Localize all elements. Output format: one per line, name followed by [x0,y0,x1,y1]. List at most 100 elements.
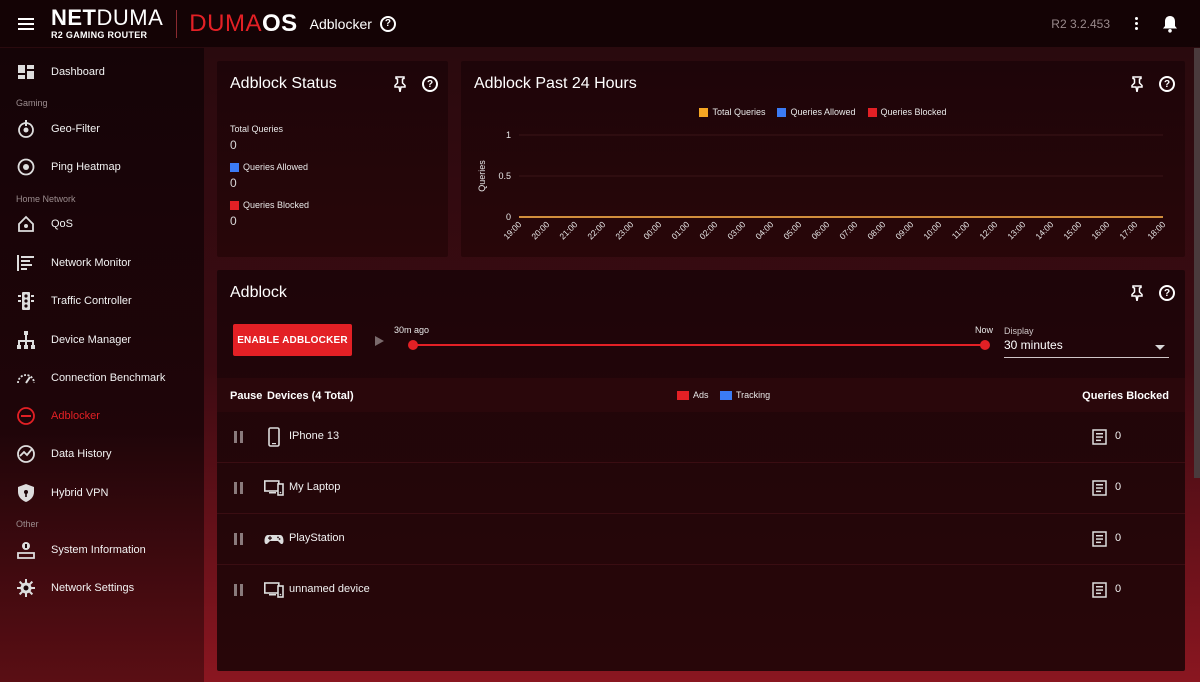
time-slider-start-handle[interactable] [408,340,418,350]
help-icon[interactable]: ? [1159,285,1175,301]
enable-adblocker-button[interactable]: ENABLE ADBLOCKER [233,324,352,356]
card-title: Adblock Status [230,75,337,92]
brand-name-light: DUMA [96,5,164,30]
queries-chart: 1 0.5 0 Queries 19:00 20:00 21:00 22:00 23:00 00:… [477,130,1168,241]
tracking-legend-label: Tracking [736,390,771,400]
scrollbar[interactable] [1194,48,1200,478]
log-document-icon[interactable] [1092,480,1107,496]
sidebar-item-traffic-controller[interactable]: Traffic Controller [0,282,204,320]
notifications-bell-icon[interactable] [1162,15,1178,33]
adblock-card: Adblock ? ENABLE ADBLOCKER 30m ago Now D… [217,270,1185,671]
sidebar-item-data-history[interactable]: Data History [0,435,204,473]
help-icon[interactable]: ? [422,76,438,92]
display-select-value: 30 minutes [1004,338,1063,352]
y-tick-label: 0.5 [498,171,511,181]
x-tick-label: 08:00 [865,219,887,241]
pause-icon[interactable] [234,431,244,443]
pause-icon[interactable] [234,533,244,545]
x-tick-label: 03:00 [725,219,747,241]
table-row: IPhone 13 0 [217,412,1185,463]
device-name: PlayStation [289,532,345,544]
sidebar-item-label: Hybrid VPN [51,487,109,499]
device-name: My Laptop [289,481,341,493]
queries-blocked-label: Queries Blocked [230,200,309,210]
sidebar-item-network-monitor[interactable]: Network Monitor [0,244,204,282]
ads-legend-label: Ads [693,390,709,400]
sidebar-item-label: Network Monitor [51,257,132,269]
log-document-icon[interactable] [1092,429,1107,445]
sidebar-section-other: Other [16,519,39,529]
log-document-icon[interactable] [1092,531,1107,547]
menu-icon[interactable] [18,17,34,30]
adblocker-icon [16,406,36,426]
sidebar-section-home-network: Home Network [16,194,76,204]
brand-logo: NETDUMA R2 GAMING ROUTER [51,7,163,40]
top-bar: NETDUMA R2 GAMING ROUTER DUMAOS Adblocke… [0,0,1200,48]
x-tick-label: 07:00 [837,219,859,241]
ping-heatmap-icon [16,157,36,177]
devices-table-header: Pause Devices (4 Total) Ads Tracking Que… [217,378,1185,412]
queries-allowed-value: 0 [230,176,237,190]
display-select[interactable]: 30 minutes [1004,338,1169,358]
system-info-icon [16,540,36,560]
queries-blocked-count: 0 [1115,532,1122,544]
queries-blocked-count: 0 [1115,481,1122,493]
computer-icon [264,582,284,598]
chevron-down-icon [1155,345,1165,350]
x-tick-label: 04:00 [753,219,775,241]
sidebar: Dashboard Gaming Geo-Filter Ping Heatmap… [0,48,204,682]
sidebar-item-system-information[interactable]: System Information [0,531,204,569]
x-tick-label: 01:00 [669,219,691,241]
queries-blocked-column-header: Queries Blocked [1082,390,1169,402]
x-tick-label: 12:00 [977,219,999,241]
table-row: PlayStation 0 [217,514,1185,565]
sidebar-item-label: Ping Heatmap [51,161,121,173]
sidebar-section-gaming: Gaming [16,98,48,108]
vpn-shield-icon [16,483,36,503]
header-divider [176,9,178,38]
computer-icon [264,480,284,496]
pause-icon[interactable] [234,584,244,596]
time-slider-track[interactable] [413,344,985,346]
queries-allowed-label: Queries Allowed [230,162,308,172]
pin-icon[interactable] [1129,285,1145,301]
total-queries-value: 0 [230,138,237,152]
os-logo-white: OS [261,9,298,37]
ads-legend: Ads [677,390,709,400]
tracking-legend: Tracking [720,390,770,400]
sidebar-item-label: Adblocker [51,410,100,422]
sidebar-item-connection-benchmark[interactable]: Connection Benchmark [0,359,204,397]
sidebar-item-hybrid-vpn[interactable]: Hybrid VPN [0,474,204,512]
pause-column-header: Pause [230,390,263,402]
x-tick-label: 09:00 [893,219,915,241]
version-text: R2 3.2.453 [1051,17,1110,31]
sidebar-item-ping-heatmap[interactable]: Ping Heatmap [0,148,204,186]
sidebar-item-network-settings[interactable]: Network Settings [0,569,204,607]
sidebar-item-label: Traffic Controller [51,295,132,307]
queries-blocked-value: 0 [230,214,237,228]
sidebar-item-geo-filter[interactable]: Geo-Filter [0,110,204,148]
sidebar-item-adblocker[interactable]: Adblocker [0,397,204,435]
pause-icon[interactable] [234,482,244,494]
log-document-icon[interactable] [1092,582,1107,598]
sidebar-item-device-manager[interactable]: Device Manager [0,321,204,359]
x-tick-label: 16:00 [1089,219,1111,241]
tracking-swatch [720,390,732,400]
time-slider-end-handle[interactable] [980,340,990,350]
table-row: My Laptop 0 [217,463,1185,514]
play-icon[interactable] [375,336,384,346]
more-options-icon[interactable] [1135,17,1138,31]
data-history-icon [16,444,36,464]
y-tick-label: 0 [506,212,511,222]
x-tick-label: 00:00 [641,219,663,241]
brand-name-bold: NET [51,5,97,30]
queries-blocked-count: 0 [1115,430,1122,442]
sidebar-item-label: System Information [51,544,146,556]
x-tick-label: 18:00 [1145,219,1167,241]
x-tick-label: 14:00 [1033,219,1055,241]
sidebar-item-dashboard[interactable]: Dashboard [0,53,204,91]
device-name: unnamed device [289,583,370,595]
help-icon[interactable]: ? [379,15,396,32]
pin-icon[interactable] [392,76,408,92]
sidebar-item-qos[interactable]: QoS [0,205,204,243]
